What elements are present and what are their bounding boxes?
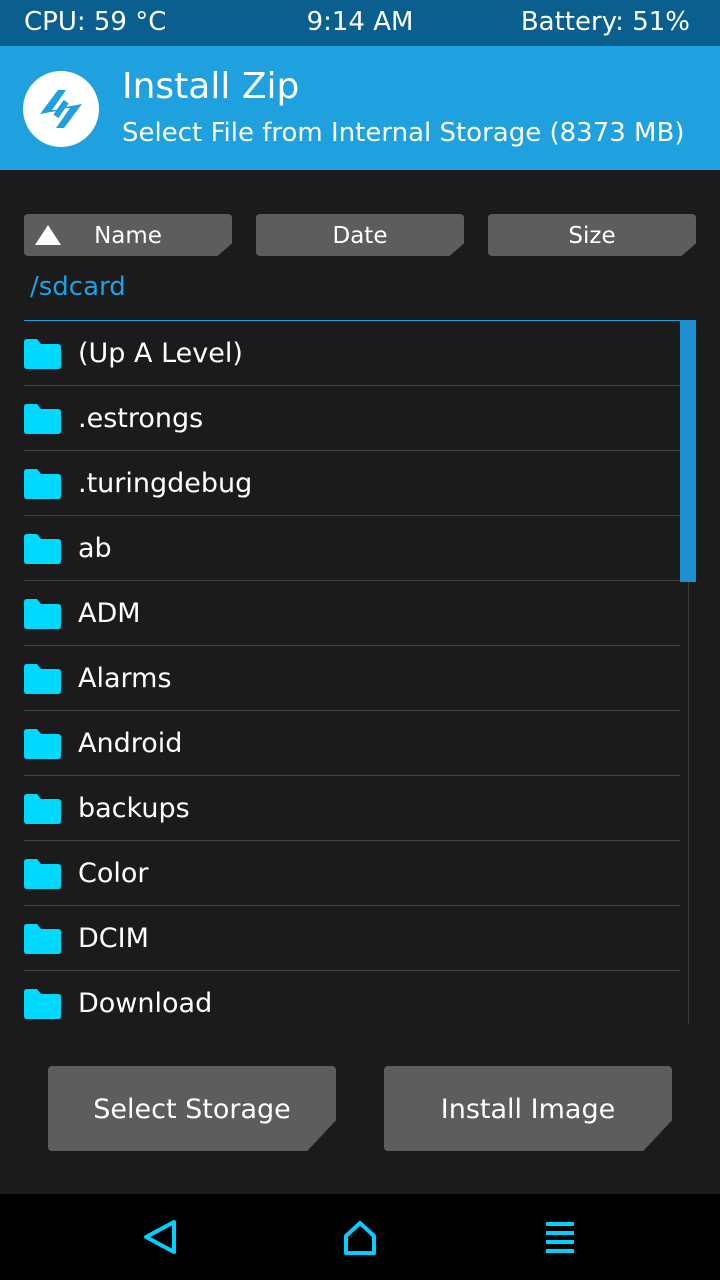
file-list-item[interactable]: .estrongs <box>24 386 680 451</box>
file-list-item[interactable]: Color <box>24 841 680 906</box>
twrp-logo-icon <box>23 71 99 147</box>
folder-icon <box>24 924 61 954</box>
file-name: .estrongs <box>78 403 204 434</box>
install-image-button[interactable]: Install Image <box>384 1066 672 1151</box>
file-name: Download <box>78 988 213 1019</box>
page-title: Install Zip <box>122 66 300 107</box>
folder-icon <box>24 794 61 824</box>
file-name: backups <box>78 793 190 824</box>
file-name: .turingdebug <box>78 468 253 499</box>
select-storage-label: Select Storage <box>93 1094 291 1125</box>
navigation-bar <box>0 1194 720 1280</box>
sort-by-size-button[interactable]: Size <box>488 214 696 256</box>
folder-icon <box>24 599 61 629</box>
folder-icon <box>24 859 61 889</box>
folder-icon <box>24 989 61 1019</box>
file-list-item[interactable]: Download <box>24 971 680 1024</box>
file-list-item[interactable]: Alarms <box>24 646 680 711</box>
scrollbar-track[interactable] <box>688 582 689 1024</box>
folder-icon <box>24 664 61 694</box>
folder-icon <box>24 729 61 759</box>
header: Install Zip Select File from Internal St… <box>0 46 720 170</box>
triangle-up-icon <box>35 225 61 245</box>
home-icon[interactable] <box>336 1214 384 1260</box>
sort-size-label: Size <box>568 223 616 249</box>
scrollbar-thumb[interactable] <box>680 320 696 582</box>
folder-icon <box>24 404 61 434</box>
folder-icon <box>24 339 61 369</box>
status-bar: CPU: 59 °C 9:14 AM Battery: 51% <box>0 0 720 46</box>
sort-by-date-button[interactable]: Date <box>256 214 464 256</box>
sort-date-label: Date <box>332 223 388 249</box>
current-path: /sdcard <box>30 272 126 302</box>
back-icon[interactable] <box>136 1214 184 1260</box>
menu-icon[interactable] <box>536 1214 584 1260</box>
file-list-item[interactable]: .turingdebug <box>24 451 680 516</box>
file-list-item[interactable]: ab <box>24 516 680 581</box>
file-name: ab <box>78 533 112 564</box>
file-name: Color <box>78 858 149 889</box>
file-name: Android <box>78 728 183 759</box>
file-name: (Up A Level) <box>78 338 243 369</box>
folder-icon <box>24 534 61 564</box>
file-list-item[interactable]: ADM <box>24 581 680 646</box>
folder-icon <box>24 469 61 499</box>
file-list-item[interactable]: (Up A Level) <box>24 321 680 386</box>
file-name: DCIM <box>78 923 149 954</box>
file-list-item[interactable]: DCIM <box>24 906 680 971</box>
battery-level: Battery: 51% <box>520 7 690 37</box>
file-name: ADM <box>78 598 141 629</box>
file-name: Alarms <box>78 663 172 694</box>
sort-by-name-button[interactable]: Name <box>24 214 232 256</box>
file-list-item[interactable]: backups <box>24 776 680 841</box>
sort-name-label: Name <box>94 223 162 249</box>
file-list[interactable]: (Up A Level) .estrongs .turingdebug ab ADM Al… <box>24 320 696 1024</box>
page-subtitle: Select File from Internal Storage (8373 … <box>122 118 685 148</box>
file-list-item[interactable]: Android <box>24 711 680 776</box>
install-image-label: Install Image <box>440 1094 616 1125</box>
select-storage-button[interactable]: Select Storage <box>48 1066 336 1151</box>
